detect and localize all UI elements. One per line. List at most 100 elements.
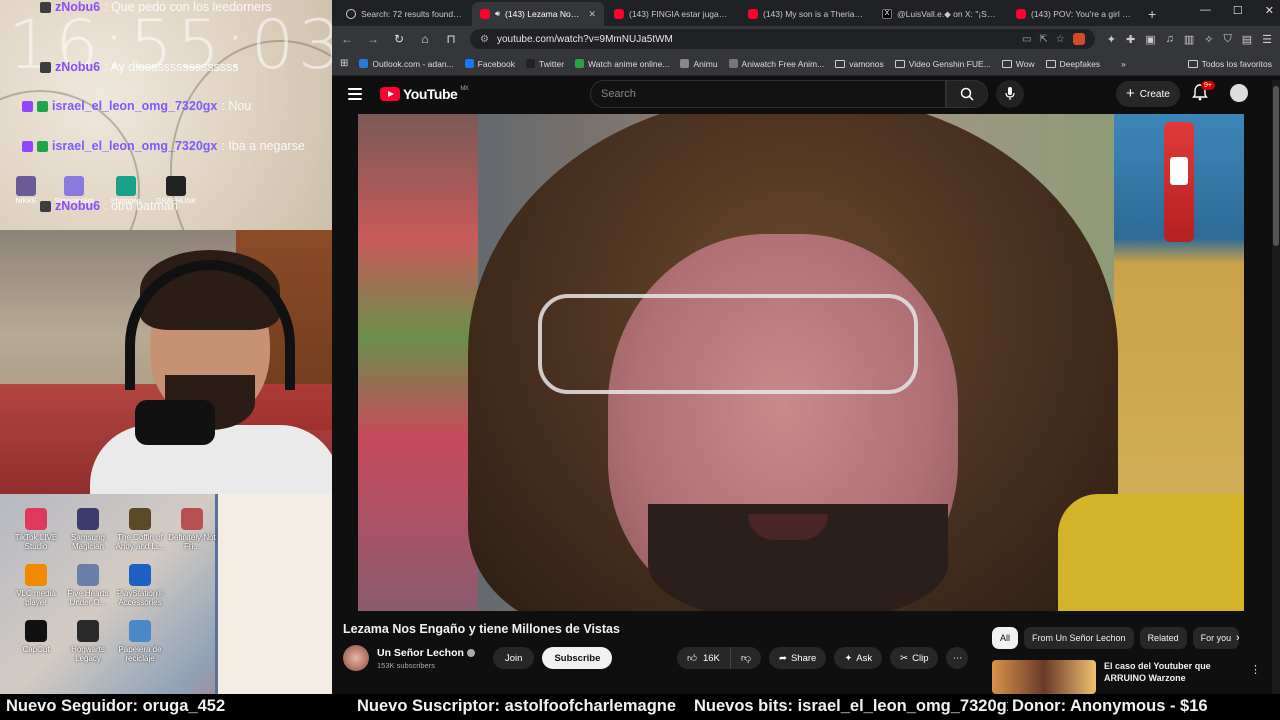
desktop-icon[interactable]: Hogwarts Legacy (62, 620, 114, 663)
reload-icon[interactable]: ↻ (392, 32, 406, 46)
desktop-icon[interactable]: Five Hearts Under O... (62, 564, 114, 607)
hamburger-menu-icon[interactable] (348, 88, 362, 100)
chevron-right-icon[interactable]: › (1236, 632, 1240, 644)
back-icon[interactable]: ← (340, 32, 354, 46)
desktop-icon[interactable]: The Coffin of Andy and Li... (114, 508, 166, 551)
app-icon (129, 564, 151, 586)
channel-avatar[interactable] (343, 645, 369, 671)
dislike-button[interactable]: 👎︎ (731, 647, 761, 669)
bookmarks-overflow-icon[interactable]: » (1121, 59, 1126, 69)
clip-button[interactable]: ✂ Clip (890, 647, 939, 669)
share-button[interactable]: ➦ Share (769, 647, 827, 669)
bookmark-item[interactable]: Watch anime online... (575, 59, 669, 69)
folder-icon (1187, 59, 1198, 68)
more-vertical-icon[interactable]: ⋮ (1250, 663, 1261, 676)
desktop-icon[interactable]: VLC media player (10, 564, 62, 607)
subscribe-button[interactable]: Subscribe (542, 647, 613, 669)
more-actions-button[interactable]: ⋯ (946, 647, 969, 669)
thumbs-up-icon: 👍︎ (687, 653, 697, 664)
ask-button[interactable]: ✦ Ask (834, 647, 883, 669)
app-icon (77, 564, 99, 586)
url-field[interactable]: ⚙ youtube.com/watch?v=9MmNUJa5tWM ▭ ⇱ ☆ (470, 29, 1095, 49)
join-button[interactable]: Join (493, 647, 535, 669)
desktop-icon[interactable]: TikTok LIVE Studio (10, 508, 62, 551)
all-bookmarks-folder[interactable]: Todos los favoritos (1187, 59, 1272, 69)
desktop-icon[interactable]: Samsung Magician (62, 508, 114, 551)
audio-playing-icon[interactable]: 🔊︎ (495, 9, 500, 19)
youtube-favicon-icon (480, 9, 490, 19)
notification-count-badge: 9+ (1201, 81, 1215, 90)
browser-tab[interactable]: Search: 72 results found for (338, 2, 470, 26)
like-button[interactable]: 👍︎ 16K (677, 647, 731, 669)
bookmark-folder[interactable]: Deepfakes (1045, 59, 1100, 69)
tab-search-icon[interactable]: ▣ (1145, 33, 1155, 46)
desktop-icon[interactable]: CapCut (10, 620, 62, 654)
shield-icon[interactable]: ⛉ (1223, 33, 1231, 46)
home-icon[interactable]: ⌂ (418, 32, 432, 46)
recommended-thumbnail[interactable] (992, 660, 1096, 694)
search-input[interactable] (601, 88, 945, 100)
search-button[interactable] (946, 80, 988, 108)
voice-search-button[interactable] (996, 80, 1024, 108)
new-tab-icon[interactable]: + (1148, 6, 1156, 22)
star-icon[interactable]: ☆ (1056, 34, 1065, 45)
share-page-icon[interactable]: ⇱ (1039, 34, 1047, 45)
close-tab-icon[interactable]: ✕ (588, 9, 596, 20)
ai-icon[interactable]: ✧ (1204, 33, 1213, 46)
bookmark-item[interactable]: Outlook.com - adan... (359, 59, 454, 69)
recommended-video[interactable]: El caso del Youtuber que ARRUINO Warzone (992, 660, 1234, 694)
bookmark-item[interactable]: Facebook (464, 59, 515, 69)
scrollbar-thumb[interactable] (1273, 86, 1279, 246)
account-avatar[interactable] (1230, 84, 1248, 102)
bookmark-folder[interactable]: Wow (1001, 59, 1035, 69)
notifications-button[interactable]: 9+ (1192, 81, 1215, 106)
ticker-follower: Nuevo Seguidor: oruga_452 (6, 697, 226, 715)
thumbs-down-icon: 👎︎ (740, 653, 751, 664)
browser-tab[interactable]: (143) FINGIA estar jugando (606, 2, 738, 26)
filter-chip[interactable]: For you (1192, 627, 1240, 649)
browser-tab[interactable]: (143) My son is a Therian - Y (740, 2, 872, 26)
youtube-play-icon (380, 87, 400, 101)
bookmark-item[interactable]: Animu (680, 59, 718, 69)
desktop-icon[interactable]: PlayStation® Accessories (114, 564, 166, 607)
close-window-icon[interactable]: ✕ (1265, 4, 1274, 17)
maximize-icon[interactable]: ☐ (1233, 4, 1243, 17)
tab-title: @LuisVall.e.◆ on X: "¡Súbale (897, 8, 998, 19)
search-icon (960, 87, 974, 101)
media-icon[interactable]: ♫ (1166, 33, 1174, 46)
desktop-icon[interactable]: Papelera de reciclaje (114, 620, 166, 663)
create-button[interactable]: + Create (1116, 81, 1180, 107)
puzzle-icon[interactable]: ✚ (1126, 33, 1135, 46)
bookmark-icon[interactable]: ⊓ (444, 32, 458, 46)
channel-name[interactable]: Un Señor Lechon (377, 647, 487, 659)
filter-chip[interactable]: From Un Señor Lechon (1024, 627, 1134, 649)
folder-icon (894, 59, 905, 68)
subscriber-count: 153K subscribers (377, 660, 435, 670)
youtube-logo[interactable]: YouTube MX (380, 86, 469, 102)
site-info-icon[interactable]: ⚙ (480, 34, 489, 45)
wallet-icon[interactable]: ▤ (1242, 33, 1252, 46)
cast-icon[interactable]: ▭ (1022, 34, 1031, 45)
filter-chip[interactable]: Related (1139, 627, 1187, 649)
forward-icon[interactable]: → (366, 32, 380, 46)
bookmark-folder[interactable]: Video Genshin FUE... (894, 59, 991, 69)
bookmark-item[interactable]: Aniwatch Free Anim... (728, 59, 824, 69)
recommended-title[interactable]: El caso del Youtuber que ARRUINO Warzone (1104, 660, 1234, 694)
folder-icon (835, 59, 846, 68)
bookmark-item[interactable]: Twitter (526, 59, 564, 69)
bookmark-folder[interactable]: vamonos (835, 59, 884, 69)
browser-tab[interactable]: (143) POV: You're a girl at th (1008, 2, 1140, 26)
extension-brave-icon[interactable] (1072, 33, 1085, 45)
apps-icon[interactable]: ⊞ (340, 58, 348, 69)
video-player[interactable] (358, 114, 1244, 611)
extension-icon[interactable]: ✦ (1107, 33, 1116, 46)
browser-tab[interactable]: X @LuisVall.e.◆ on X: "¡Súbale (874, 2, 1006, 26)
subscriber-badge-icon (22, 100, 33, 112)
desktop-icon[interactable]: Definitely Not Fri... (166, 508, 218, 551)
filter-chip[interactable]: All (992, 627, 1019, 649)
verified-icon (466, 648, 475, 657)
menu-icon[interactable]: ☰ (1262, 33, 1272, 46)
sidebar-icon[interactable]: ▥ (1184, 33, 1194, 46)
browser-tab[interactable]: 🔊︎ (143) Lezama Nos En ✕ (472, 2, 604, 26)
minimize-icon[interactable]: — (1200, 4, 1211, 17)
